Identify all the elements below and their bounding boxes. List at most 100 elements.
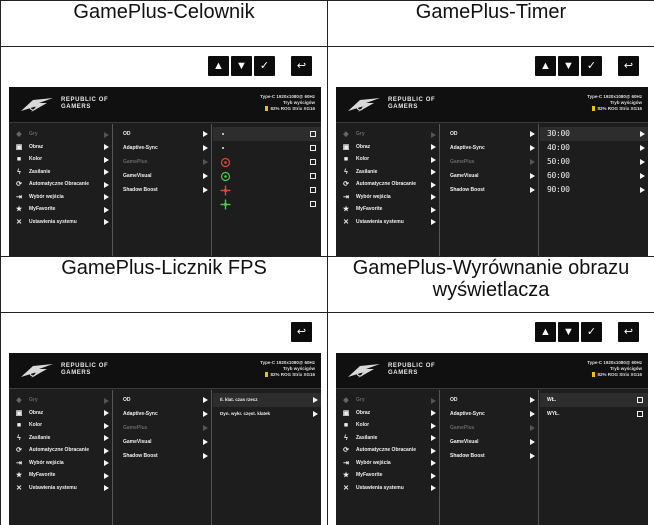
checkbox[interactable] [310, 131, 316, 137]
checkbox[interactable] [310, 173, 316, 179]
timer-option[interactable]: 90:00 [540, 183, 648, 197]
submenu-item[interactable]: GameVisual [441, 435, 538, 449]
checkbox[interactable] [310, 201, 316, 207]
main-menu-item[interactable]: ■ Kolor [336, 153, 439, 166]
up-arrow-button[interactable]: ▲ [535, 56, 556, 76]
main-menu-label: Kolor [29, 156, 43, 162]
crosshair-option[interactable] [213, 183, 321, 197]
submenu-item[interactable]: GamePlus [114, 421, 211, 435]
submenu-item[interactable]: OD [114, 127, 211, 141]
main-menu-item[interactable]: ◆ Gry [9, 128, 112, 141]
timer-option[interactable]: 30:00 [540, 127, 648, 141]
back-button[interactable]: ↩ [291, 56, 312, 76]
timer-option[interactable]: 50:00 [540, 155, 648, 169]
down-arrow-button[interactable]: ▼ [231, 56, 252, 76]
alignment-option[interactable]: WŁ. [540, 393, 648, 407]
submenu-item[interactable]: Shadow Boost [114, 449, 211, 463]
main-menu-item[interactable]: ◆ Gry [9, 394, 112, 407]
submenu-item[interactable]: Shadow Boost [114, 183, 211, 197]
crosshair-option[interactable] [213, 169, 321, 183]
main-menu-item[interactable]: ■ Kolor [9, 419, 112, 432]
main-menu-item[interactable]: ★ MyFavorite [336, 203, 439, 216]
main-menu-item[interactable]: ▣ Obraz [336, 407, 439, 420]
submenu-item[interactable]: Shadow Boost [441, 183, 538, 197]
power-icon: ϟ [17, 168, 21, 176]
crosshair-dot-icon [222, 147, 224, 149]
submenu-item[interactable]: Adaptive-Sync [114, 141, 211, 155]
main-menu-item[interactable]: ✕ Ustawienia systemu [336, 482, 439, 495]
submenu-label: OD [450, 397, 458, 403]
main-menu-item[interactable]: ▣ Obraz [336, 141, 439, 154]
main-menu-item[interactable]: ★ MyFavorite [336, 469, 439, 482]
main-menu-item[interactable]: ◆ Gry [336, 128, 439, 141]
main-menu-item[interactable]: ϟ Zasilanie [336, 432, 439, 445]
main-menu-item[interactable]: ★ MyFavorite [9, 469, 112, 482]
main-menu-item[interactable]: ■ Kolor [336, 419, 439, 432]
chevron-right-icon [530, 425, 535, 431]
main-menu-item[interactable]: ■ Kolor [9, 153, 112, 166]
submenu-item[interactable]: Adaptive-Sync [114, 407, 211, 421]
back-button[interactable]: ↩ [618, 322, 639, 342]
main-menu-item[interactable]: ▣ Obraz [9, 141, 112, 154]
confirm-button[interactable]: ✓ [254, 56, 275, 76]
submenu-item[interactable]: GameVisual [114, 435, 211, 449]
rog-logo-icon [346, 362, 382, 380]
main-menu-item[interactable]: ϟ Zasilanie [336, 166, 439, 179]
checkbox[interactable] [637, 397, 643, 403]
main-menu-item[interactable]: ✕ Ustawienia systemu [336, 216, 439, 229]
submenu-item[interactable]: OD [441, 127, 538, 141]
main-menu-label: Ustawienia systemu [29, 218, 77, 225]
submenu-item[interactable]: OD [441, 393, 538, 407]
fps-option[interactable]: Dyn. wykr. częst. klatek [213, 407, 321, 421]
crosshair-option[interactable] [213, 197, 321, 211]
submenu-item[interactable]: Adaptive-Sync [441, 141, 538, 155]
fps-option[interactable]: Il. klat. czas rzecz [213, 393, 321, 407]
main-menu-item[interactable]: ✕ Ustawienia systemu [9, 482, 112, 495]
crosshair-option[interactable] [213, 141, 321, 155]
submenu-item[interactable]: GamePlus [441, 421, 538, 435]
submenu-item[interactable]: GameVisual [114, 169, 211, 183]
main-menu-label: Gry [29, 131, 38, 137]
main-menu-item[interactable]: ◆ Gry [336, 394, 439, 407]
main-menu-item[interactable]: ⇥ Wybór wejścia [336, 457, 439, 470]
checkbox[interactable] [637, 411, 643, 417]
main-menu-item[interactable]: ⟳ Automatyczne Obracanie [336, 178, 439, 191]
submenu-item[interactable]: OD [114, 393, 211, 407]
main-menu-item[interactable]: ⟳ Automatyczne Obracanie [9, 444, 112, 457]
timer-option[interactable]: 60:00 [540, 169, 648, 183]
confirm-button[interactable]: ✓ [581, 322, 602, 342]
back-button[interactable]: ↩ [291, 322, 312, 342]
confirm-button[interactable]: ✓ [581, 56, 602, 76]
down-arrow-button[interactable]: ▼ [558, 322, 579, 342]
submenu-label: Shadow Boost [123, 453, 158, 459]
main-menu-item[interactable]: ⇥ Wybór wejścia [9, 457, 112, 470]
battery-icon [265, 372, 269, 377]
main-menu-item[interactable]: ⇥ Wybór wejścia [336, 191, 439, 204]
main-menu-item[interactable]: ✕ Ustawienia systemu [9, 216, 112, 229]
submenu-item[interactable]: GamePlus [441, 155, 538, 169]
star-icon: ★ [342, 472, 350, 479]
checkbox[interactable] [310, 145, 316, 151]
submenu-item[interactable]: Adaptive-Sync [441, 407, 538, 421]
main-menu-item[interactable]: ▣ Obraz [9, 407, 112, 420]
main-menu-item[interactable]: ⇥ Wybór wejścia [9, 191, 112, 204]
main-menu-item[interactable]: ⟳ Automatyczne Obracanie [336, 444, 439, 457]
back-button[interactable]: ↩ [618, 56, 639, 76]
main-menu-item[interactable]: ⟳ Automatyczne Obracanie [9, 178, 112, 191]
timer-option[interactable]: 40:00 [540, 141, 648, 155]
submenu-item[interactable]: Shadow Boost [441, 449, 538, 463]
submenu-item[interactable]: GamePlus [114, 155, 211, 169]
up-arrow-button[interactable]: ▲ [208, 56, 229, 76]
crosshair-option[interactable] [213, 155, 321, 169]
crosshair-option[interactable] [213, 127, 321, 141]
alignment-option[interactable]: WYŁ. [540, 407, 648, 421]
main-menu-item[interactable]: ϟ Zasilanie [9, 432, 112, 445]
checkbox[interactable] [310, 159, 316, 165]
up-arrow-button[interactable]: ▲ [535, 322, 556, 342]
submenu: OD Adaptive-Sync GamePlus GameVisual Shadow … [114, 124, 212, 256]
down-arrow-button[interactable]: ▼ [558, 56, 579, 76]
submenu-item[interactable]: GameVisual [441, 169, 538, 183]
checkbox[interactable] [310, 187, 316, 193]
main-menu-item[interactable]: ★ MyFavorite [9, 203, 112, 216]
main-menu-item[interactable]: ϟ Zasilanie [9, 166, 112, 179]
